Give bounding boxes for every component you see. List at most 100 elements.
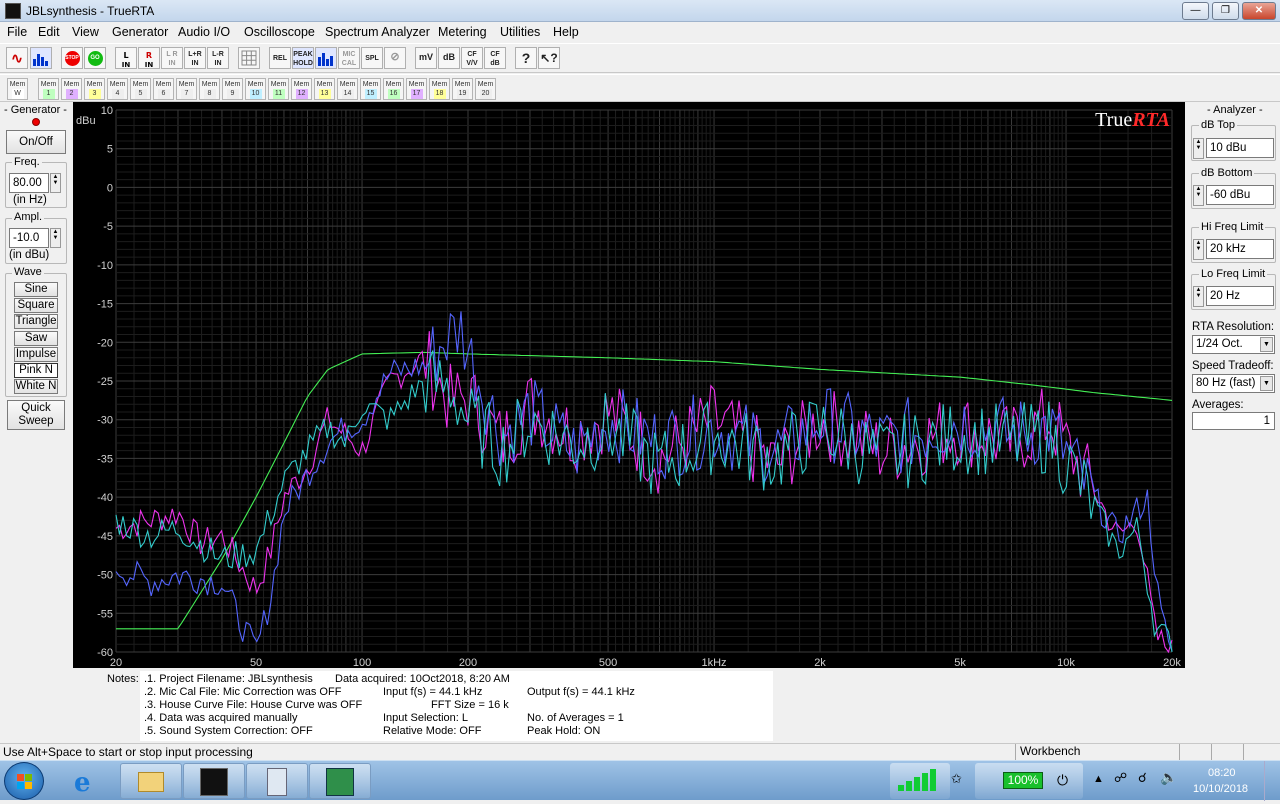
menu-edit[interactable]: Edit: [38, 25, 60, 39]
wave-pink-noise-button[interactable]: Pink N: [14, 363, 58, 378]
menu-audio-io[interactable]: Audio I/O: [178, 25, 230, 39]
taskbar-paint[interactable]: [309, 763, 371, 799]
cf-vv-button[interactable]: CF V/V: [461, 47, 483, 69]
usb-icon[interactable]: ☍: [1114, 770, 1127, 786]
memory-button-6[interactable]: Mem 6: [153, 78, 174, 100]
memory-button-15[interactable]: Mem 15: [360, 78, 381, 100]
db-bottom-input[interactable]: -60 dBu: [1206, 185, 1274, 205]
lr-in-button[interactable]: L R IN: [161, 47, 183, 69]
memory-button-12[interactable]: Mem 12: [291, 78, 312, 100]
db-button[interactable]: dB: [438, 47, 460, 69]
signal-meter[interactable]: [890, 763, 950, 799]
lo-freq-input[interactable]: 20 Hz: [1206, 286, 1274, 306]
averages-input[interactable]: 1: [1192, 412, 1275, 430]
minimize-button[interactable]: —: [1182, 2, 1209, 20]
memory-button-20[interactable]: Mem 20: [475, 78, 496, 100]
taskbar-truerta[interactable]: [183, 763, 245, 799]
speed-tradeoff-select[interactable]: 80 Hz (fast) ▼: [1192, 374, 1275, 393]
oscilloscope-icon[interactable]: ∿: [6, 47, 28, 69]
db-top-input[interactable]: 10 dBu: [1206, 138, 1274, 158]
memory-button-13[interactable]: Mem 13: [314, 78, 335, 100]
help-icon[interactable]: ?: [515, 47, 537, 69]
l-plus-r-button[interactable]: L+R IN: [184, 47, 206, 69]
memory-button-16[interactable]: Mem 16: [383, 78, 404, 100]
clock-time[interactable]: 08:20: [1208, 767, 1236, 779]
memory-button-11[interactable]: Mem 11: [268, 78, 289, 100]
taskbar-explorer[interactable]: [120, 763, 182, 799]
menu-file[interactable]: File: [7, 25, 27, 39]
db-top-spinner[interactable]: ▲ ▼: [1193, 138, 1204, 159]
menu-metering[interactable]: Metering: [438, 25, 487, 39]
wave-white-noise-button[interactable]: White N: [14, 379, 58, 394]
mic-cal-button[interactable]: MIC CAL: [338, 47, 360, 69]
start-button[interactable]: [4, 762, 44, 800]
memory-button-1[interactable]: Mem 1: [38, 78, 59, 100]
bar-graph-icon[interactable]: [315, 47, 337, 69]
taskbar-calculator[interactable]: [246, 763, 308, 799]
taskbar-ie[interactable]: e: [56, 763, 118, 799]
memory-button-18[interactable]: Mem 18: [429, 78, 450, 100]
memory-button-10[interactable]: Mem 10: [245, 78, 266, 100]
memory-button-w[interactable]: Mem W: [7, 78, 28, 100]
show-hidden-icons-icon[interactable]: ▲: [1093, 773, 1104, 785]
mv-button[interactable]: mV: [415, 47, 437, 69]
restore-button[interactable]: ❐: [1212, 2, 1239, 20]
memory-button-8[interactable]: Mem 8: [199, 78, 220, 100]
context-help-icon[interactable]: ↖?: [538, 47, 560, 69]
ampl-input[interactable]: -10.0: [9, 228, 49, 248]
memory-button-9[interactable]: Mem 9: [222, 78, 243, 100]
y-tick-label: -40: [97, 492, 113, 504]
note-line-3: .3. House Curve File: House Curve was OF…: [144, 699, 363, 711]
cf-db-button[interactable]: CF dB: [484, 47, 506, 69]
db-bottom-spinner[interactable]: ▲ ▼: [1193, 185, 1204, 206]
memory-button-17[interactable]: Mem 17: [406, 78, 427, 100]
wireless-icon[interactable]: ✩: [951, 771, 962, 787]
left-in-button[interactable]: L IN: [115, 47, 137, 69]
wave-impulse-button[interactable]: Impulse: [14, 347, 58, 362]
go-button[interactable]: GO: [84, 47, 106, 69]
grid-icon[interactable]: [238, 47, 260, 69]
network-icon[interactable]: ☌: [1138, 770, 1147, 786]
hi-freq-spinner[interactable]: ▲ ▼: [1193, 239, 1204, 260]
memory-button-7[interactable]: Mem 7: [176, 78, 197, 100]
rel-button[interactable]: REL: [269, 47, 291, 69]
meter-icon[interactable]: ⊘: [384, 47, 406, 69]
memory-button-2[interactable]: Mem 2: [61, 78, 82, 100]
stop-button[interactable]: STOP: [61, 47, 83, 69]
rta-plot[interactable]: 10 5 0 -5 -10 -15 -20 -25 -30 -35 -40 -45 -50 -55 -60 2…: [73, 102, 1185, 668]
menu-generator[interactable]: Generator: [112, 25, 168, 39]
wave-saw-button[interactable]: Saw: [14, 331, 58, 346]
spectrum-icon[interactable]: [30, 47, 52, 69]
volume-icon[interactable]: 🔈: [1160, 769, 1177, 786]
menu-utilities[interactable]: Utilities: [500, 25, 540, 39]
wave-square-button[interactable]: Square: [14, 298, 58, 313]
close-button[interactable]: ✕: [1242, 2, 1276, 20]
right-in-button[interactable]: R IN: [138, 47, 160, 69]
clock-date[interactable]: 10/10/2018: [1193, 783, 1248, 795]
wave-sine-button[interactable]: Sine: [14, 282, 58, 297]
freq-spinner[interactable]: ▲ ▼: [50, 173, 61, 193]
wave-triangle-button[interactable]: Triangle: [14, 314, 58, 329]
generator-onoff-button[interactable]: On/Off: [6, 130, 66, 154]
menu-help[interactable]: Help: [553, 25, 579, 39]
ampl-spinner[interactable]: ▲ ▼: [50, 228, 61, 248]
peak-hold-button[interactable]: PEAK HOLD: [292, 47, 314, 69]
battery-widget[interactable]: 100% ⏻: [975, 763, 1083, 799]
l-minus-r-button[interactable]: L-R IN: [207, 47, 229, 69]
menu-spectrum-analyzer[interactable]: Spectrum Analyzer: [325, 25, 430, 39]
menu-view[interactable]: View: [72, 25, 99, 39]
quick-sweep-button[interactable]: Quick Sweep: [7, 400, 65, 430]
rta-resolution-select[interactable]: 1/24 Oct. ▼: [1192, 335, 1275, 354]
note-line-2: .2. Mic Cal File: Mic Correction was OFF: [144, 686, 342, 698]
freq-input[interactable]: 80.00: [9, 173, 49, 193]
memory-button-5[interactable]: Mem 5: [130, 78, 151, 100]
memory-button-14[interactable]: Mem 14: [337, 78, 358, 100]
memory-button-4[interactable]: Mem 4: [107, 78, 128, 100]
menu-oscilloscope[interactable]: Oscilloscope: [244, 25, 315, 39]
memory-button-3[interactable]: Mem 3: [84, 78, 105, 100]
hi-freq-input[interactable]: 20 kHz: [1206, 239, 1274, 259]
lo-freq-spinner[interactable]: ▲ ▼: [1193, 286, 1204, 307]
spl-button[interactable]: SPL: [361, 47, 383, 69]
memory-button-19[interactable]: Mem 19: [452, 78, 473, 100]
show-desktop-button[interactable]: [1264, 761, 1280, 801]
